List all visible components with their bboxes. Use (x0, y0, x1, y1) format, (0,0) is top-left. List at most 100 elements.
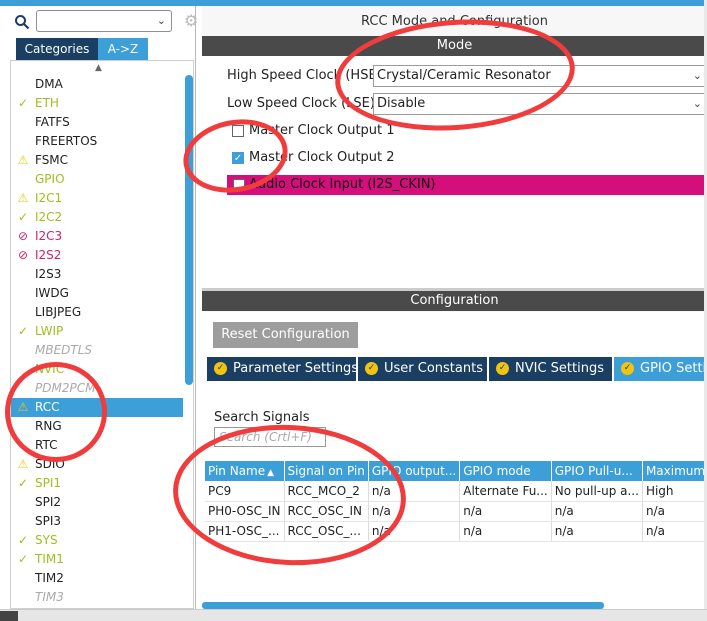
column-header-gpio-mode[interactable]: GPIO mode (459, 461, 552, 481)
column-header-signal[interactable]: Signal on Pin (284, 461, 369, 481)
list-item-label: FSMC (35, 153, 69, 167)
list-item[interactable]: ⊘ I2C3 (11, 227, 183, 246)
list-item-label: IWDG (35, 286, 69, 300)
table-cell: n/a (459, 521, 552, 542)
list-item[interactable]: ⚠ FSMC (11, 151, 183, 170)
hse-value: Crystal/Ceramic Resonator (377, 68, 551, 83)
tab-categories[interactable]: Categories (16, 38, 98, 60)
table-row[interactable]: PH0-OSC_IN RCC_OSC_IN n/a n/a n/a n/a (205, 501, 707, 522)
column-header-pin-name[interactable]: Pin Name ▲ (205, 461, 285, 481)
warning-icon: ⚠ (17, 191, 29, 205)
bottom-scroll-track[interactable] (0, 609, 707, 621)
list-item-label: DMA (35, 77, 63, 91)
search-combo-input[interactable]: ⌄ (36, 10, 172, 32)
list-item[interactable]: ✓ I2C2 (11, 208, 183, 227)
tab-gpio-settings[interactable]: ✓ GPIO Settings (614, 357, 707, 381)
table-cell: PC9 (205, 481, 285, 502)
vertical-scrollbar[interactable] (185, 75, 193, 385)
mco1-checkbox[interactable] (232, 125, 244, 137)
mco2-checkbox[interactable]: ✓ (232, 152, 244, 164)
list-item-label: LWIP (35, 324, 64, 338)
audio-clock-label: Audio Clock Input (I2S_CKIN) (249, 177, 436, 192)
tab-label: Parameter Settings (233, 361, 359, 376)
list-item[interactable]: GPIO (11, 170, 183, 189)
warning-icon: ⚠ (17, 400, 29, 414)
table-row[interactable]: PC9 RCC_MCO_2 n/a Alternate Fu... No pull-up… (205, 481, 707, 502)
tab-parameter-settings[interactable]: ✓ Parameter Settings (207, 357, 358, 381)
list-item[interactable]: ✓ LWIP (11, 322, 183, 341)
horizontal-scrollbar[interactable] (202, 602, 604, 609)
list-item[interactable]: ⚠ RCC (11, 398, 183, 417)
chevron-down-icon: ⌄ (692, 69, 702, 82)
list-item-label: NVIC (35, 362, 65, 376)
bottom-scroll-button[interactable] (0, 611, 18, 621)
list-item[interactable]: SPI2 (11, 493, 183, 512)
table-cell: Alternate Fu... (459, 481, 552, 502)
tab-nvic-settings[interactable]: ✓ NVIC Settings (489, 357, 614, 381)
check-circle-icon: ✓ (496, 362, 509, 375)
table-row[interactable]: PH1-OSC_... RCC_OSC_... n/a n/a n/a n/a (205, 521, 707, 542)
list-item[interactable]: FATFS (11, 113, 183, 132)
scroll-up-icon[interactable]: ▲ (95, 63, 102, 73)
list-item-label: SYS (35, 533, 58, 547)
column-header-gpio-output[interactable]: GPIO output... (368, 461, 461, 481)
list-item[interactable]: ✓ ETH (11, 94, 183, 113)
list-item-label: ETH (35, 96, 59, 110)
list-item-label: I2C3 (35, 229, 63, 243)
list-item[interactable]: I2S3 (11, 265, 183, 284)
list-item-label: PDM2PCM (35, 381, 96, 395)
list-item[interactable]: ✓ SYS (11, 531, 183, 550)
audio-clock-row[interactable]: Audio Clock Input (I2S_CKIN) (227, 175, 707, 195)
list-item[interactable]: DMA (11, 75, 183, 94)
peripheral-items: DMA ✓ ETH FATFS FREERTOS ⚠ FSMC GPIO ⚠ I2C1 ✓ I2C2 ⊘… (11, 75, 183, 607)
chevron-down-icon: ⌄ (692, 97, 702, 110)
check-circle-icon: ✓ (621, 362, 634, 375)
tab-user-constants[interactable]: ✓ User Constants (358, 357, 489, 381)
tab-label: NVIC Settings (515, 361, 604, 376)
lse-label: Low Speed Clock (LSE) (227, 96, 375, 111)
search-signals-input[interactable]: Search (Crtl+F) (214, 427, 326, 447)
list-item-label: LIBJPEG (35, 305, 82, 319)
tab-label: User Constants (384, 361, 483, 376)
list-item[interactable]: MBEDTLS (11, 341, 183, 360)
list-item-label: TIM2 (35, 571, 64, 585)
list-item[interactable]: ✓ TIM1 (11, 550, 183, 569)
column-header-gpio-pull[interactable]: GPIO Pull-u... (551, 461, 643, 481)
list-item[interactable]: TIM3 (11, 588, 183, 607)
list-item[interactable]: RTC (11, 436, 183, 455)
table-header-row: Pin Name ▲ Signal on Pin GPIO output... G… (205, 461, 707, 481)
reset-configuration-button[interactable]: Reset Configuration (213, 322, 358, 348)
list-item[interactable]: TIM2 (11, 569, 183, 588)
check-circle-icon: ✓ (214, 362, 227, 375)
sort-ascending-icon[interactable]: ▲ (267, 468, 274, 478)
list-item[interactable]: IWDG (11, 284, 183, 303)
list-item[interactable]: ⚠ I2C1 (11, 189, 183, 208)
list-item[interactable]: ⊘ I2S2 (11, 246, 183, 265)
gear-icon[interactable]: ⚙ (184, 12, 202, 30)
search-row: ⌄ ⚙ (14, 10, 198, 34)
list-item[interactable]: FREERTOS (11, 132, 183, 151)
lse-select[interactable]: Disable ⌄ (373, 93, 707, 115)
left-panel: ⌄ ⚙ Categories A->Z ▲ DMA ✓ ETH FATFS FREERT… (0, 6, 198, 609)
list-item[interactable]: NVIC (11, 360, 183, 379)
list-item[interactable]: LIBJPEG (11, 303, 183, 322)
list-item-label: SDIO (35, 457, 65, 471)
check-icon: ✓ (17, 324, 29, 338)
list-item[interactable]: ✓ SPI1 (11, 474, 183, 493)
table-cell: RCC_MCO_2 (284, 481, 369, 502)
table-cell: n/a (642, 501, 707, 522)
peripheral-list[interactable]: ▲ DMA ✓ ETH FATFS FREERTOS ⚠ FSMC GPIO ⚠ I2C1 ✓ I2C… (10, 60, 194, 609)
column-header-maximum[interactable]: Maximum (642, 461, 707, 481)
list-item-label: SPI3 (35, 514, 62, 528)
hse-select[interactable]: Crystal/Ceramic Resonator ⌄ (373, 65, 707, 87)
chevron-down-icon[interactable]: ⌄ (157, 14, 166, 27)
list-item-label: GPIO (35, 172, 65, 186)
tab-a-z[interactable]: A->Z (98, 38, 148, 60)
audio-clock-checkbox[interactable] (233, 179, 245, 191)
list-item[interactable]: RNG (11, 417, 183, 436)
list-item[interactable]: ⚠ SDIO (11, 455, 183, 474)
list-item[interactable]: SPI3 (11, 512, 183, 531)
table-cell: PH0-OSC_IN (205, 501, 285, 522)
list-item-label: FATFS (35, 115, 70, 129)
list-item[interactable]: PDM2PCM (11, 379, 183, 398)
